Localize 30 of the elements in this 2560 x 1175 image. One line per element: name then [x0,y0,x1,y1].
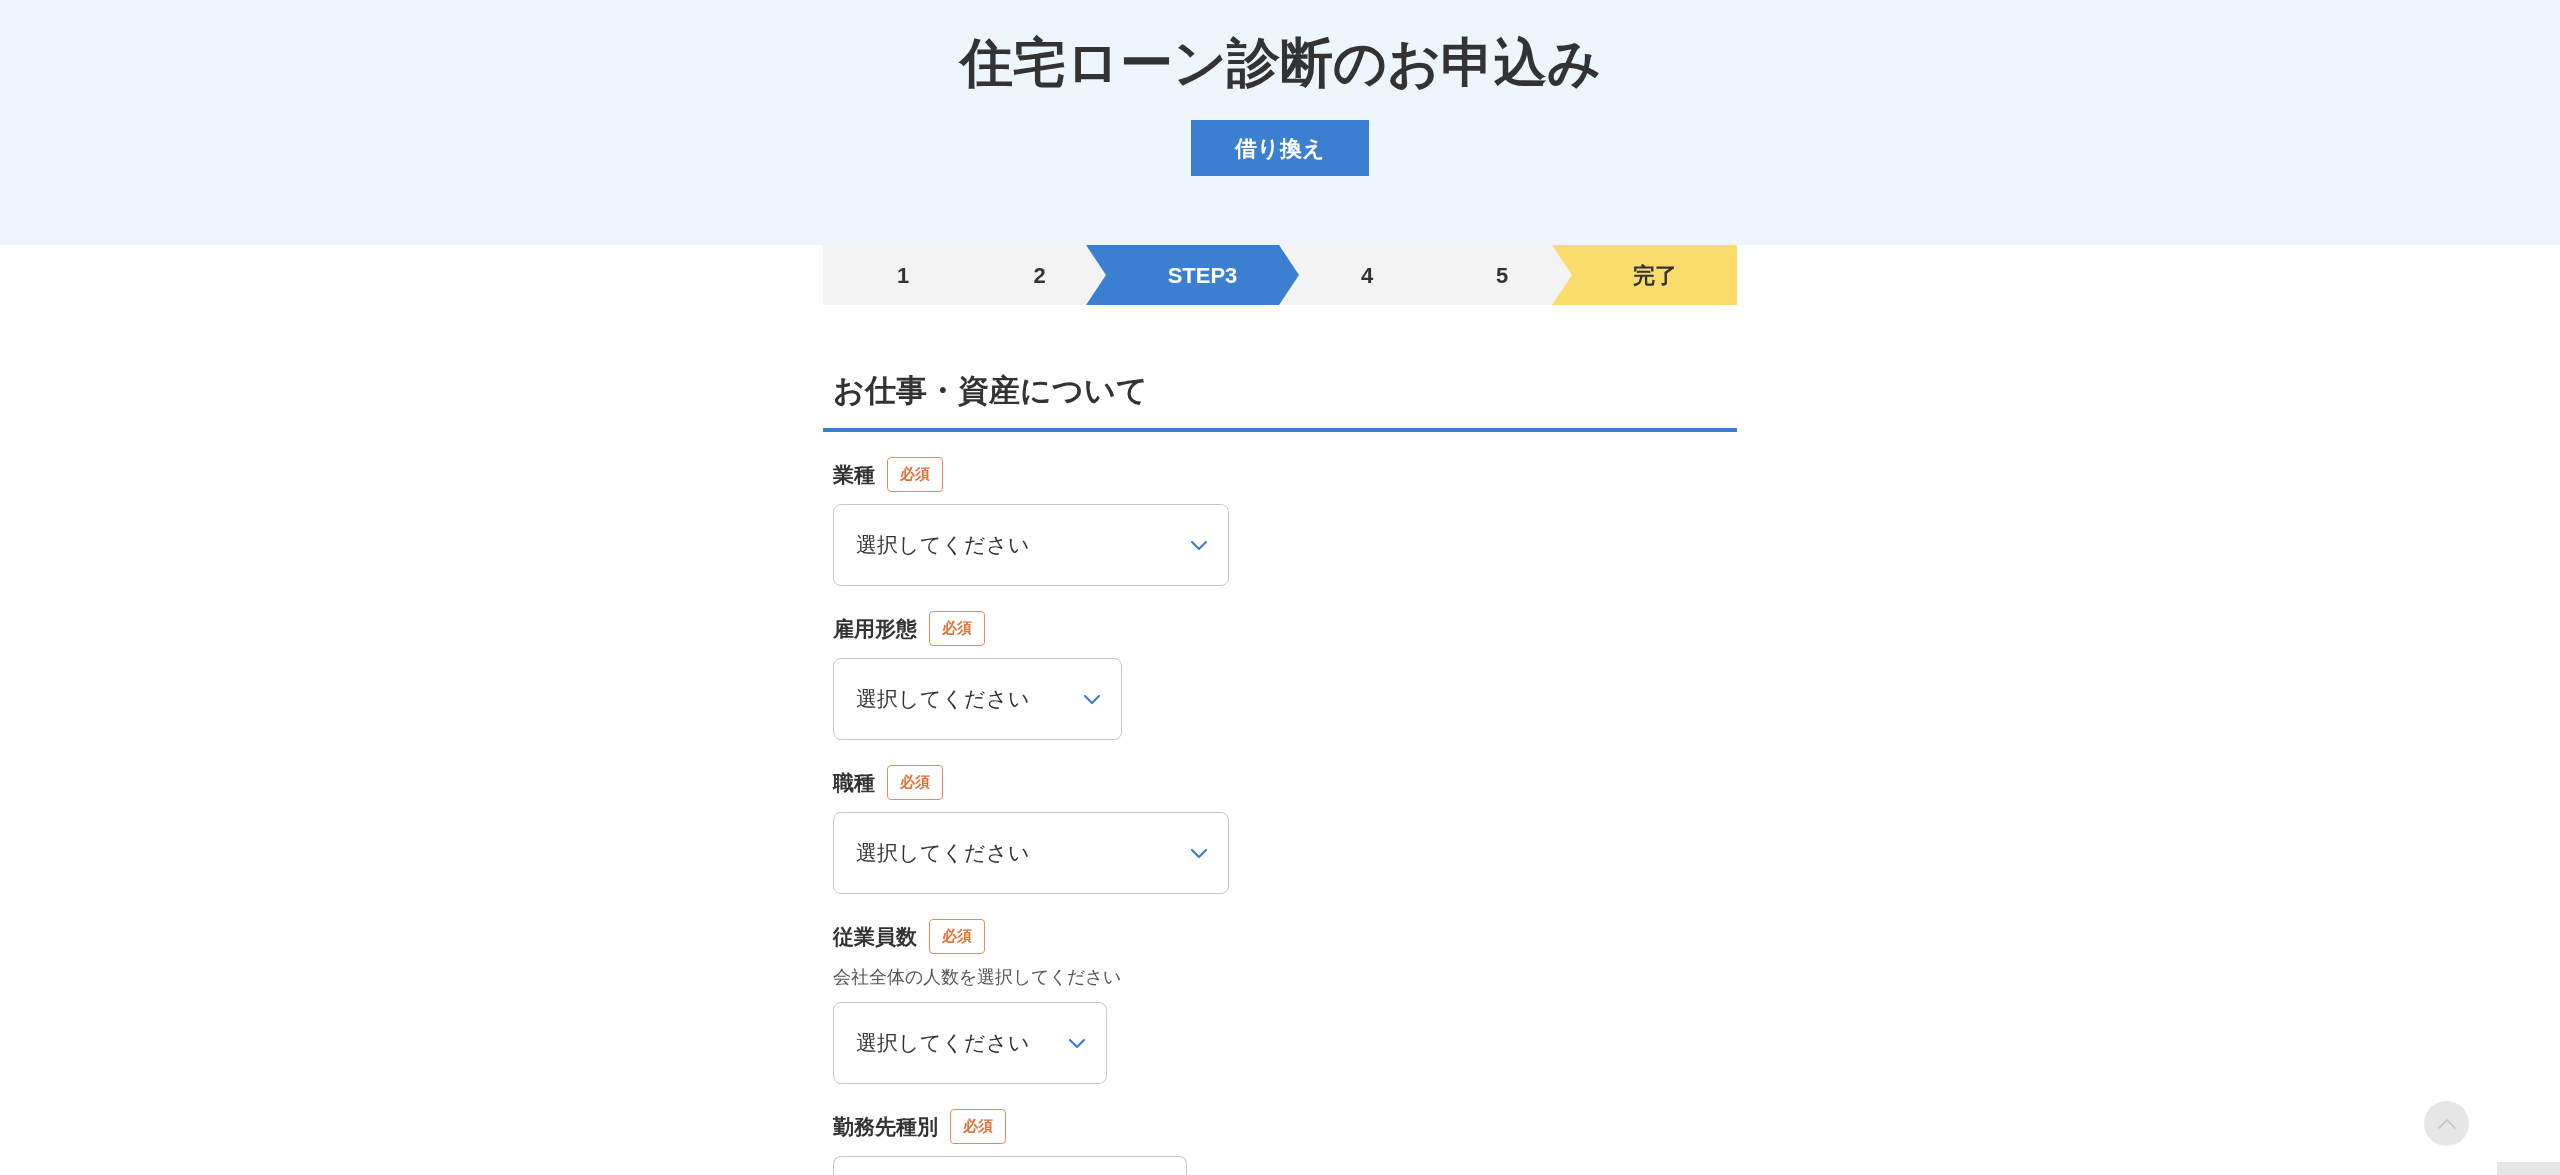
required-tag: 必須 [950,1109,1006,1144]
floating-panel [2497,1162,2560,1175]
select-field[interactable]: 選択してください [833,504,1229,586]
field-hint: 会社全体の人数を選択してください [833,966,1121,989]
progress-step: 4 [1299,245,1435,305]
field-label: 職種 [833,769,875,796]
chevron-down-icon [1191,848,1207,858]
select-field[interactable]: 選択してください [833,1002,1107,1084]
field-label: 業種 [833,461,875,488]
field-label: 雇用形態 [833,615,917,642]
select-field[interactable]: 選択してください [833,658,1122,740]
progress-step: 完了 [1552,245,1737,305]
field-label: 従業員数 [833,923,917,950]
chevron-down-icon [1084,694,1100,704]
required-tag: 必須 [887,765,943,800]
section-heading: お仕事・資産について [833,372,1148,410]
progress-step: STEP3 [1086,245,1299,305]
scroll-top-button[interactable] [2424,1101,2469,1146]
chevron-down-icon [1069,1038,1085,1048]
required-tag: 必須 [887,457,943,492]
chevron-down-icon [1191,540,1207,550]
page-title: 住宅ローン診断のお申込み [959,32,1601,94]
select-field[interactable] [833,1156,1187,1175]
loan-type-tag: 借り換え [1191,120,1369,176]
required-tag: 必須 [929,919,985,954]
select-field[interactable]: 選択してください [833,812,1229,894]
progress-step: 1 [823,245,983,305]
required-tag: 必須 [929,611,985,646]
chevron-up-icon [2437,1118,2456,1129]
field-label: 勤務先種別 [833,1113,938,1140]
